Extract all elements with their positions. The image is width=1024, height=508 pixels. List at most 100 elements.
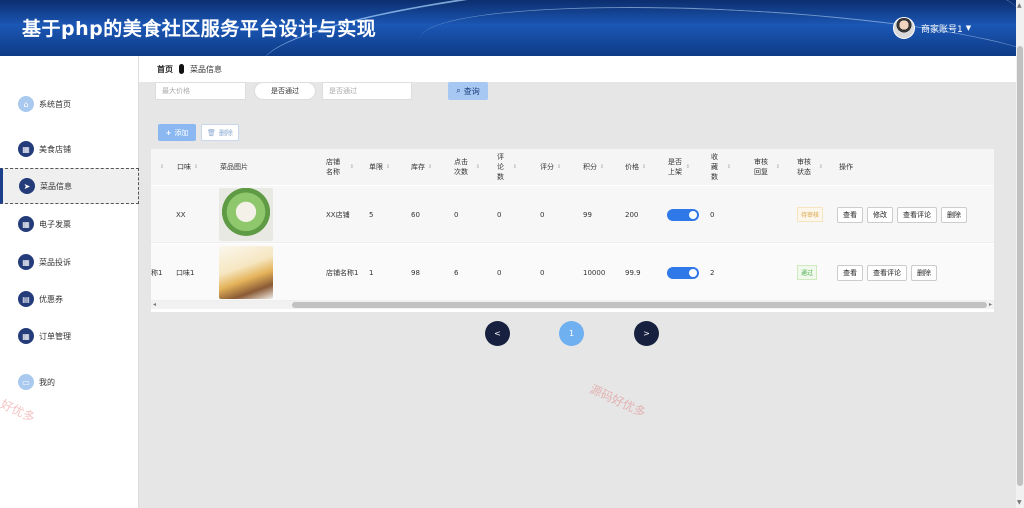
- cell-on-shelf: [667, 186, 699, 243]
- cell-stock: 60: [411, 210, 420, 219]
- cell-rating: 0: [540, 210, 545, 219]
- column-header-rating[interactable]: 评分 ⇕: [540, 149, 561, 185]
- cell-shop-name: 店铺名称1: [326, 268, 359, 277]
- grid-icon: ▦: [18, 254, 34, 270]
- cell-actions: 查看 查看评论 删除: [837, 244, 941, 301]
- cell-on-shelf: [667, 244, 699, 301]
- max-price-input[interactable]: 最大价格: [155, 82, 246, 100]
- grid-icon: ▦: [18, 216, 34, 232]
- sidebar-item-coupons[interactable]: ▤ 优惠券: [0, 281, 139, 317]
- sidebar-item-orders[interactable]: ▦ 订单管理: [0, 318, 139, 354]
- cell-points: 99: [583, 210, 592, 219]
- column-header-actions: 操作: [839, 163, 853, 171]
- breadcrumb-home[interactable]: 首页: [157, 64, 173, 75]
- next-page-button[interactable]: >: [634, 321, 659, 346]
- query-button[interactable]: ⌕ 查询: [448, 82, 488, 100]
- chevron-down-icon[interactable]: ▼: [966, 24, 971, 32]
- row-delete-button[interactable]: 删除: [941, 206, 967, 223]
- search-icon: ⌕: [456, 86, 461, 95]
- sidebar-item-label: 电子发票: [39, 219, 71, 229]
- column-header-shop-name[interactable]: 店铺名称 ⇕: [326, 149, 354, 185]
- sidebar-item-e-invoice[interactable]: ▦ 电子发票: [0, 206, 139, 242]
- column-header-stock[interactable]: 库存 ⇕: [411, 149, 432, 185]
- cell-comments: 0: [497, 210, 502, 219]
- status-badge: 待审核: [797, 207, 824, 222]
- scroll-right-icon[interactable]: ▸: [989, 301, 992, 308]
- scroll-left-icon[interactable]: ◂: [153, 301, 156, 308]
- cell-favorites: 0: [710, 210, 715, 219]
- page-scrollbar[interactable]: ▲ ▼: [1016, 0, 1024, 508]
- sidebar-item-label: 优惠券: [39, 294, 63, 304]
- delete-button[interactable]: 🗑 删除: [201, 124, 239, 141]
- table-scrollbar-thumb[interactable]: [292, 302, 987, 308]
- column-header-on-shelf[interactable]: 是否上架 ⇕: [668, 149, 690, 185]
- sort-icon: ⇕: [818, 164, 823, 170]
- sidebar-item-label: 菜品信息: [40, 181, 72, 191]
- sidebar-item-dish-complaints[interactable]: ▦ 菜品投诉: [0, 244, 139, 280]
- sort-icon: ⇕: [512, 164, 517, 170]
- sidebar: ⌂ 系统首页 ▦ 美食店铺 ➤ 菜品信息 ▦ 电子发票 ▦ 菜品投诉 ▤ 优惠券…: [0, 56, 139, 508]
- view-comments-button[interactable]: 查看评论: [897, 206, 937, 223]
- sort-icon: ⇕: [685, 164, 690, 170]
- page-1-button[interactable]: 1: [559, 321, 584, 346]
- sidebar-item-label: 美食店铺: [39, 144, 71, 154]
- table-row: XX XX店铺 5 60 0 0 0 99 200 0 待审核 查看 修改 查看…: [151, 186, 994, 243]
- sidebar-item-home[interactable]: ⌂ 系统首页: [0, 86, 139, 122]
- approved-select[interactable]: 是否通过: [254, 82, 316, 100]
- column-header-points[interactable]: 积分 ⇕: [583, 149, 604, 185]
- breadcrumb-current: 菜品信息: [190, 64, 222, 74]
- column-header-comments[interactable]: 评论数 ⇕: [497, 149, 517, 185]
- view-button[interactable]: 查看: [837, 206, 863, 223]
- cell-review-status: 通过: [797, 244, 818, 301]
- table-horizontal-scrollbar[interactable]: ◂ ▸: [151, 301, 994, 309]
- cell-clicks: 6: [454, 268, 459, 277]
- cell-points: 10000: [583, 268, 606, 277]
- prev-page-button[interactable]: <: [485, 321, 510, 346]
- column-header-limit[interactable]: 单限 ⇕: [369, 149, 390, 185]
- view-button[interactable]: 查看: [837, 264, 863, 281]
- page-scrollbar-thumb[interactable]: [1017, 46, 1023, 486]
- column-header-review-status[interactable]: 审核状态 ⇕: [797, 149, 823, 185]
- cell-shop-name: XX店铺: [326, 210, 350, 219]
- approved-input[interactable]: 是否通过: [322, 82, 412, 100]
- send-icon: ➤: [19, 178, 35, 194]
- avatar[interactable]: [893, 17, 915, 39]
- on-shelf-toggle[interactable]: [667, 266, 699, 279]
- column-header-clicks[interactable]: 点击次数 ⇕: [454, 149, 480, 185]
- user-menu[interactable]: 商家账号1 ▼: [893, 17, 971, 39]
- sort-icon: ⇕: [428, 164, 433, 170]
- add-button-label: 添加: [174, 128, 189, 137]
- table-header: ⇕ 口味 ⇕ 菜品图片 店铺名称 ⇕ 单限 ⇕ 库存 ⇕ 点击次数 ⇕ 评论数 ⇕ 评分 ⇕ …: [151, 149, 994, 185]
- sort-icon[interactable]: ⇕: [157, 149, 164, 185]
- edit-button[interactable]: 修改: [867, 206, 893, 223]
- sidebar-item-dish-info[interactable]: ➤ 菜品信息: [0, 168, 139, 204]
- cell-comments: 0: [497, 268, 502, 277]
- cell-limit: 1: [369, 268, 374, 277]
- sort-icon: ⇕: [775, 164, 780, 170]
- scroll-down-icon[interactable]: ▼: [1017, 499, 1022, 506]
- scroll-up-icon[interactable]: ▲: [1017, 2, 1022, 9]
- on-shelf-toggle[interactable]: [667, 208, 699, 221]
- cell-limit: 5: [369, 210, 374, 219]
- cell-dish-image: [219, 244, 273, 301]
- sidebar-item-mine[interactable]: ▭ 我的: [0, 364, 139, 400]
- dish-image[interactable]: [219, 246, 273, 299]
- column-header-taste[interactable]: 口味 ⇕: [177, 149, 198, 185]
- sort-icon: ⇕: [726, 164, 731, 170]
- column-header-review-reply[interactable]: 审核回复 ⇕: [754, 149, 780, 185]
- column-header-dish-image: 菜品图片: [220, 163, 248, 171]
- sidebar-item-food-shops[interactable]: ▦ 美食店铺: [0, 131, 139, 167]
- sort-icon: ⇕: [194, 164, 199, 170]
- cell-taste: XX: [176, 210, 186, 219]
- dish-image[interactable]: [219, 188, 273, 241]
- row-delete-button[interactable]: 删除: [911, 264, 937, 281]
- add-button[interactable]: + 添加: [158, 124, 196, 141]
- sort-icon: ⇕: [642, 164, 647, 170]
- column-header-price[interactable]: 价格 ⇕: [625, 149, 646, 185]
- view-comments-button[interactable]: 查看评论: [867, 264, 907, 281]
- column-header-favorites[interactable]: 收藏数 ⇕: [711, 149, 731, 185]
- user-name[interactable]: 商家账号1: [921, 22, 963, 35]
- cell-review-status: 待审核: [797, 186, 824, 243]
- cell-taste: 口味1: [176, 268, 195, 277]
- sidebar-item-label: 菜品投诉: [39, 257, 71, 267]
